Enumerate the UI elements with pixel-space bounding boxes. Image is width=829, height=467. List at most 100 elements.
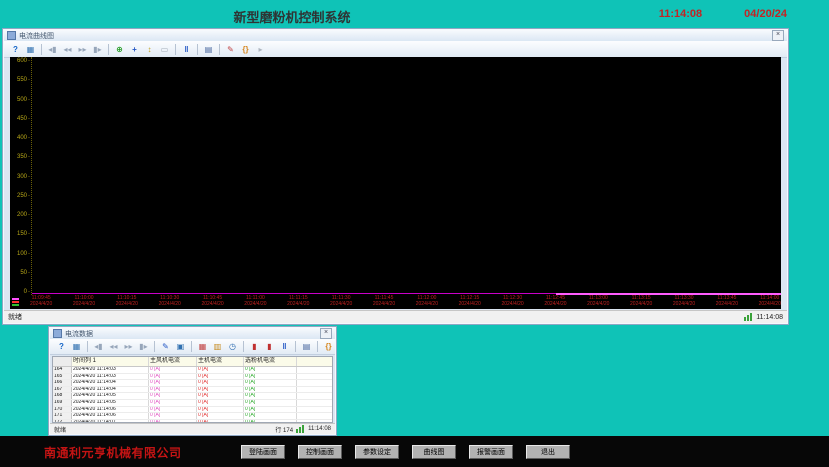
grid-view-icon[interactable]: ▦ [196, 341, 209, 353]
y-scale-icon[interactable]: ↕ [143, 43, 156, 55]
table-cell: 0 [A] [149, 400, 197, 406]
pause-icon[interactable]: ‖ [180, 43, 193, 55]
edit-icon[interactable]: ✎ [159, 341, 172, 353]
data-source-icon[interactable]: ▦ [70, 341, 83, 353]
column-header-fan-current[interactable]: 主风机电流 [149, 357, 197, 366]
table-cell: 0 [A] [244, 387, 297, 393]
status-chart-icon [296, 425, 305, 433]
trend-close-button[interactable]: × [772, 30, 784, 41]
table-cell: 2024/4/20 11:14:03 [72, 374, 149, 380]
last-record-icon[interactable]: ▮▸ [91, 43, 104, 55]
table-titlebar[interactable]: 电流数据 × [50, 328, 335, 339]
table-row[interactable]: 1702024/4/20 11:14:060 [A]0 [A]0 [A] [53, 407, 332, 414]
next-record-icon[interactable]: ▸▸ [122, 341, 135, 353]
pan-icon[interactable]: + [128, 43, 141, 55]
pen-legend-主机电流 [12, 301, 19, 303]
plot-grid[interactable] [31, 57, 781, 295]
table-cell: 0 [A] [149, 374, 197, 380]
table-row[interactable]: 1712024/4/20 11:14:060 [A]0 [A]0 [A] [53, 413, 332, 420]
cursor-icon[interactable]: ▸ [254, 43, 267, 55]
column-header-row-number[interactable] [53, 357, 72, 366]
table-cell: 0 [A] [244, 380, 297, 386]
table-close-button[interactable]: × [320, 328, 332, 339]
first-record-icon[interactable]: ◂▮ [46, 43, 59, 55]
table-cell: 0 [A] [149, 413, 197, 419]
prev-record-icon[interactable]: ◂◂ [107, 341, 120, 353]
table-status-text: 就绪 [54, 425, 66, 434]
last-record-icon[interactable]: ▮▸ [137, 341, 150, 353]
help-icon[interactable]: ? [55, 341, 68, 353]
table-cell: 2024/4/20 11:14:04 [72, 387, 149, 393]
table-row[interactable]: 1672024/4/20 11:14:040 [A]0 [A]0 [A] [53, 387, 332, 394]
table-cell: 0 [A] [149, 367, 197, 373]
table-cell [297, 367, 332, 373]
table-cell: 170 [53, 407, 72, 413]
trend-status-text: 就绪 [8, 312, 22, 322]
column-header-time-column[interactable]: 时间列 1 [72, 357, 149, 366]
table-row[interactable]: 1662024/4/20 11:14:040 [A]0 [A]0 [A] [53, 380, 332, 387]
curve-screen-button[interactable]: 曲线图 [412, 445, 456, 459]
table-cell [297, 387, 332, 393]
trend-toolbar: ?▦ ◂▮◂◂▸▸▮▸ ⊕+↕▭ ‖ ▤ ✎{}▸ [4, 41, 787, 58]
table-row[interactable]: 1692024/4/20 11:14:050 [A]0 [A]0 [A] [53, 400, 332, 407]
status-chart-icon [744, 313, 753, 321]
y-tick-label: 150 [17, 231, 30, 237]
table-cell: 165 [53, 374, 72, 380]
login-screen-button[interactable]: 登陆画面 [241, 445, 285, 459]
table-cell [297, 374, 332, 380]
log-book-icon[interactable]: ▮ [248, 341, 261, 353]
chart-view-icon[interactable]: ▥ [211, 341, 224, 353]
log-book-2-icon[interactable]: ▮ [263, 341, 276, 353]
first-record-icon[interactable]: ◂▮ [92, 341, 105, 353]
x-tick-label: 11:10:002024/4/20 [73, 296, 95, 309]
prev-record-icon[interactable]: ◂◂ [61, 43, 74, 55]
table-cell: 0 [A] [244, 374, 297, 380]
control-screen-button[interactable]: 控制画面 [298, 445, 342, 459]
zoom-icon[interactable]: ⊕ [113, 43, 126, 55]
y-tick-label: 550 [17, 77, 30, 83]
copy-icon[interactable]: ▣ [174, 341, 187, 353]
table-cell: 0 [A] [197, 413, 244, 419]
table-cell: 0 [A] [244, 400, 297, 406]
table-toolbar: ?▦◂▮◂◂▸▸▮▸✎▣▦▥◷▮▮‖▤{}⊢ [50, 339, 335, 355]
column-header-main-current[interactable]: 主机电流 [197, 357, 244, 366]
trend-titlebar[interactable]: 电流曲线图 × [4, 30, 787, 41]
table-row[interactable]: 1652024/4/20 11:14:030 [A]0 [A]0 [A] [53, 374, 332, 381]
data-source-icon[interactable]: ▦ [24, 43, 37, 55]
y-tick-label: 400 [17, 135, 30, 141]
table-row[interactable]: 1642024/4/20 11:14:030 [A]0 [A]0 [A] [53, 367, 332, 374]
reset-view-icon[interactable]: ▭ [158, 43, 171, 55]
y-axis: 600550500450400350300250200150100500 [10, 57, 31, 295]
table-cell: 0 [A] [244, 413, 297, 419]
print-icon[interactable]: ▤ [202, 43, 215, 55]
exit-button[interactable]: 退出 [526, 445, 570, 459]
window-icon [7, 31, 16, 40]
app-title: 新型磨粉机控制系统 [233, 7, 350, 26]
pen-settings-icon[interactable]: ✎ [224, 43, 237, 55]
alarm-screen-button[interactable]: 报警画面 [469, 445, 513, 459]
parameter-settings-button[interactable]: 参数设定 [355, 445, 399, 459]
x-tick-label: 11:13:152024/4/20 [630, 296, 652, 309]
toolbar-separator [295, 341, 296, 352]
export-icon[interactable]: {} [239, 43, 252, 55]
table-row[interactable]: 1682024/4/20 11:14:050 [A]0 [A]0 [A] [53, 393, 332, 400]
table-cell [297, 380, 332, 386]
column-header-classifier-current[interactable]: 选粉机电流 [244, 357, 297, 366]
toolbar-separator [175, 44, 176, 55]
table-statusbar: 就绪 行 174 11:14:08 [50, 423, 335, 434]
x-tick-label: 11:09:452024/4/20 [30, 296, 52, 309]
next-record-icon[interactable]: ▸▸ [76, 43, 89, 55]
y-tick-label: 500 [17, 97, 30, 103]
y-tick-label: 100 [17, 251, 30, 257]
help-icon[interactable]: ? [9, 43, 22, 55]
time-range-icon[interactable]: ◷ [226, 341, 239, 353]
table-window-title: 电流数据 [65, 329, 320, 339]
export-icon[interactable]: {} [322, 341, 335, 353]
trend-statusbar: 就绪 11:14:08 [4, 310, 787, 323]
x-tick-label: 11:12:452024/4/20 [544, 296, 566, 309]
table-cell: 0 [A] [197, 367, 244, 373]
pause-icon[interactable]: ‖ [278, 341, 291, 353]
table-cell: 168 [53, 393, 72, 399]
table-cell: 0 [A] [197, 400, 244, 406]
print-icon[interactable]: ▤ [300, 341, 313, 353]
